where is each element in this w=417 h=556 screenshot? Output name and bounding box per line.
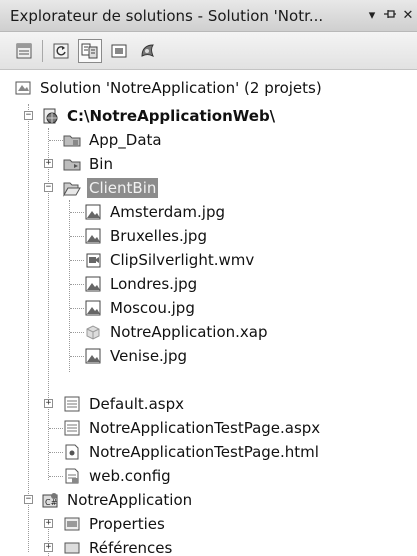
video-file-icon bbox=[86, 253, 101, 268]
silverlight-icon bbox=[141, 43, 154, 57]
tree-item-solution[interactable]: Solution 'NotreApplication' (2 projets) bbox=[14, 76, 324, 100]
image-file-icon bbox=[85, 228, 101, 244]
web-project-icon bbox=[43, 108, 58, 124]
toolbar-separator bbox=[42, 39, 43, 62]
image-file-icon bbox=[85, 276, 101, 292]
solution-icon bbox=[15, 81, 31, 95]
tree-line bbox=[70, 212, 84, 213]
solution-tree[interactable]: Solution 'NotreApplication' (2 projets) … bbox=[0, 70, 417, 556]
toolbar bbox=[0, 32, 417, 70]
refresh-button[interactable] bbox=[49, 39, 73, 63]
properties-folder-icon bbox=[64, 517, 80, 531]
image-file-icon bbox=[85, 348, 101, 364]
tree-item-file[interactable]: Moscou.jpg bbox=[84, 296, 197, 320]
expand-toggle[interactable]: + bbox=[44, 543, 53, 552]
refresh-icon bbox=[53, 43, 69, 58]
tree-item-app-project[interactable]: C# NotreApplication bbox=[41, 488, 194, 512]
collapse-toggle[interactable]: − bbox=[44, 183, 53, 192]
config-file-icon bbox=[65, 468, 79, 484]
tree-item-label: Références bbox=[89, 539, 173, 556]
tree-item-label: Properties bbox=[89, 515, 165, 533]
show-all-files-button[interactable] bbox=[78, 38, 102, 63]
tree-item-label: Venise.jpg bbox=[110, 347, 188, 365]
svg-text:C#: C# bbox=[45, 498, 58, 507]
expand-toggle[interactable]: + bbox=[44, 159, 53, 168]
tree-item-label: NotreApplication bbox=[67, 491, 193, 509]
close-icon[interactable]: ✕ bbox=[399, 8, 417, 23]
tree-item-file[interactable]: Bruxelles.jpg bbox=[84, 224, 209, 248]
tree-line bbox=[69, 200, 70, 372]
csharp-project-icon: C# bbox=[42, 493, 58, 508]
tree-line bbox=[49, 476, 63, 477]
tree-item-label: NotreApplication.xap bbox=[110, 323, 268, 341]
title-bar: Explorateur de solutions - Solution 'Not… bbox=[0, 0, 417, 32]
tree-item-file[interactable]: Venise.jpg bbox=[84, 344, 189, 368]
aspx-file-icon bbox=[64, 396, 80, 412]
solution-explorer-window: Explorateur de solutions - Solution 'Not… bbox=[0, 0, 417, 556]
tree-item-web-config[interactable]: web.config bbox=[63, 464, 173, 488]
expand-toggle[interactable]: + bbox=[44, 399, 53, 408]
tree-item-label: Bruxelles.jpg bbox=[110, 227, 207, 245]
tree-item-web-project[interactable]: C:\NotreApplicationWeb\ bbox=[41, 104, 277, 128]
image-file-icon bbox=[85, 300, 101, 316]
tree-line bbox=[28, 104, 29, 552]
tree-item-label: ClientBin bbox=[87, 178, 159, 198]
references-icon bbox=[64, 542, 80, 554]
window-title: Explorateur de solutions - Solution 'Not… bbox=[10, 6, 324, 25]
collapse-toggle[interactable]: − bbox=[24, 111, 33, 120]
tree-line bbox=[70, 356, 84, 357]
tree-line bbox=[70, 308, 84, 309]
tree-item-label: NotreApplicationTestPage.aspx bbox=[89, 419, 321, 437]
tree-line bbox=[70, 236, 84, 237]
tree-item-label: Londres.jpg bbox=[110, 275, 198, 293]
tree-line bbox=[49, 140, 63, 141]
silverlight-button[interactable] bbox=[136, 39, 160, 63]
auto-hide-pin-icon[interactable] bbox=[381, 7, 399, 25]
open-folder-icon bbox=[63, 182, 81, 197]
tree-item-file[interactable]: Londres.jpg bbox=[84, 272, 199, 296]
image-file-icon bbox=[85, 204, 101, 220]
properties-button[interactable] bbox=[12, 39, 36, 63]
xap-package-icon bbox=[86, 325, 100, 340]
html-file-icon bbox=[65, 444, 79, 460]
tree-item-testpage-aspx[interactable]: NotreApplicationTestPage.aspx bbox=[63, 416, 322, 440]
tree-item-label: App_Data bbox=[89, 131, 162, 149]
aspx-file-icon bbox=[64, 420, 80, 436]
tree-item-properties[interactable]: Properties bbox=[63, 512, 167, 536]
tree-item-label: Moscou.jpg bbox=[110, 299, 195, 317]
view-code-icon bbox=[111, 44, 127, 57]
tree-item-label: ClipSilverlight.wmv bbox=[110, 251, 255, 269]
collapse-toggle[interactable]: − bbox=[24, 495, 33, 504]
tree-item-label: C:\NotreApplicationWeb\ bbox=[67, 107, 276, 125]
tree-item-file[interactable]: NotreApplication.xap bbox=[84, 320, 270, 344]
tree-item-clientbin[interactable]: ClientBin bbox=[63, 176, 159, 200]
folder-icon bbox=[63, 159, 81, 171]
show-all-files-icon bbox=[81, 43, 98, 58]
expand-toggle[interactable]: + bbox=[44, 519, 53, 528]
window-position-dropdown-icon[interactable]: ▾ bbox=[363, 8, 381, 23]
tree-item-label: Amsterdam.jpg bbox=[110, 203, 226, 221]
tree-item-label: NotreApplicationTestPage.html bbox=[89, 443, 319, 461]
tree-item-label: Solution 'NotreApplication' (2 projets) bbox=[40, 79, 322, 97]
view-code-button[interactable] bbox=[107, 39, 131, 63]
properties-icon bbox=[16, 43, 32, 58]
tree-item-file[interactable]: Amsterdam.jpg bbox=[84, 200, 227, 224]
tree-line bbox=[49, 428, 63, 429]
tree-item-references[interactable]: Références bbox=[63, 536, 174, 556]
tree-item-testpage-html[interactable]: NotreApplicationTestPage.html bbox=[63, 440, 321, 464]
tree-item-label: web.config bbox=[89, 467, 171, 485]
tree-item-app-data[interactable]: App_Data bbox=[63, 128, 164, 152]
tree-item-bin[interactable]: Bin bbox=[63, 152, 115, 176]
tree-line bbox=[70, 284, 84, 285]
folder-icon bbox=[63, 135, 81, 147]
tree-line bbox=[49, 452, 63, 453]
tree-item-label: Default.aspx bbox=[89, 395, 184, 413]
tree-item-default-aspx[interactable]: Default.aspx bbox=[63, 392, 186, 416]
tree-line bbox=[70, 332, 84, 333]
tree-item-file[interactable]: ClipSilverlight.wmv bbox=[84, 248, 256, 272]
tree-item-label: Bin bbox=[89, 155, 113, 173]
tree-line bbox=[70, 260, 84, 261]
